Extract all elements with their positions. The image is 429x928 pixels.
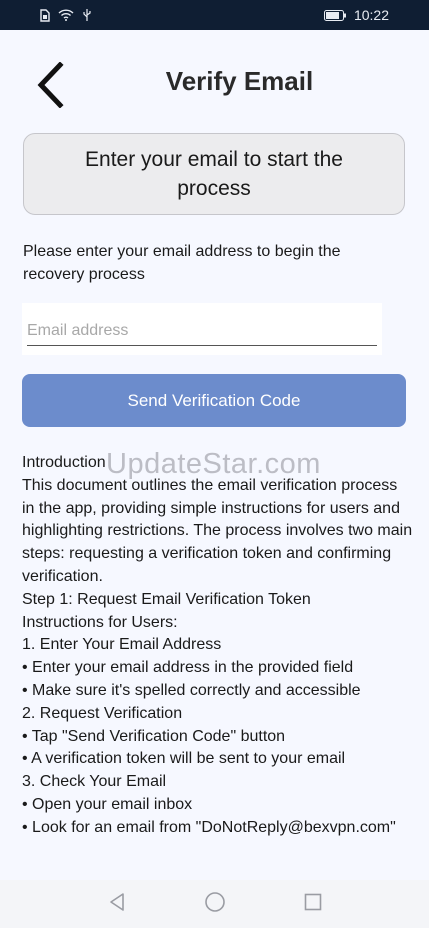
doc-line: 2. Request Verification (22, 704, 183, 722)
back-triangle-icon (108, 892, 126, 917)
email-field[interactable] (27, 317, 377, 346)
recents-square-icon (304, 893, 322, 916)
usb-icon (82, 8, 92, 22)
home-circle-icon (204, 891, 226, 918)
doc-line: This document outlines the email verific… (22, 476, 417, 585)
send-verification-code-button[interactable]: Send Verification Code (22, 374, 406, 427)
wifi-icon (58, 9, 74, 21)
email-field-container (22, 303, 382, 355)
doc-line: • Enter your email address in the provid… (22, 659, 354, 677)
system-nav-bar (0, 880, 429, 928)
doc-line: 1. Enter Your Email Address (22, 636, 222, 654)
status-bar: 10:22 (0, 0, 429, 30)
header: Verify Email (0, 30, 429, 130)
battery-icon (323, 9, 346, 21)
sim-icon (40, 8, 50, 22)
doc-line: • Make sure it's spelled correctly and a… (22, 681, 361, 699)
status-time: 10:22 (353, 7, 389, 23)
doc-line: • Open your email inbox (22, 795, 193, 813)
doc-line: • A verification token will be sent to y… (22, 750, 346, 768)
status-icons-right: 10:22 (323, 7, 389, 23)
instruction-text: Please enter your email address to begin… (23, 243, 341, 283)
nav-recents-button[interactable] (299, 890, 327, 918)
doc-line: • Tap "Send Verification Code" button (22, 727, 286, 745)
doc-line: Instructions for Users: (22, 613, 178, 631)
intro-banner: Enter your email to start the process (23, 133, 405, 215)
doc-line: Step 1: Request Email Verification Token (22, 590, 311, 608)
page-title: Verify Email (165, 66, 314, 96)
nav-back-button[interactable] (103, 890, 131, 918)
doc-line: Introduction (22, 454, 106, 471)
doc-line: 3. Check Your Email (22, 773, 167, 791)
instructions-document: Introduction This document outlines the … (22, 452, 414, 840)
status-icons-left (40, 8, 92, 22)
doc-line: • Look for an email from "DoNotReply@bex… (22, 818, 396, 836)
nav-home-button[interactable] (201, 890, 229, 918)
